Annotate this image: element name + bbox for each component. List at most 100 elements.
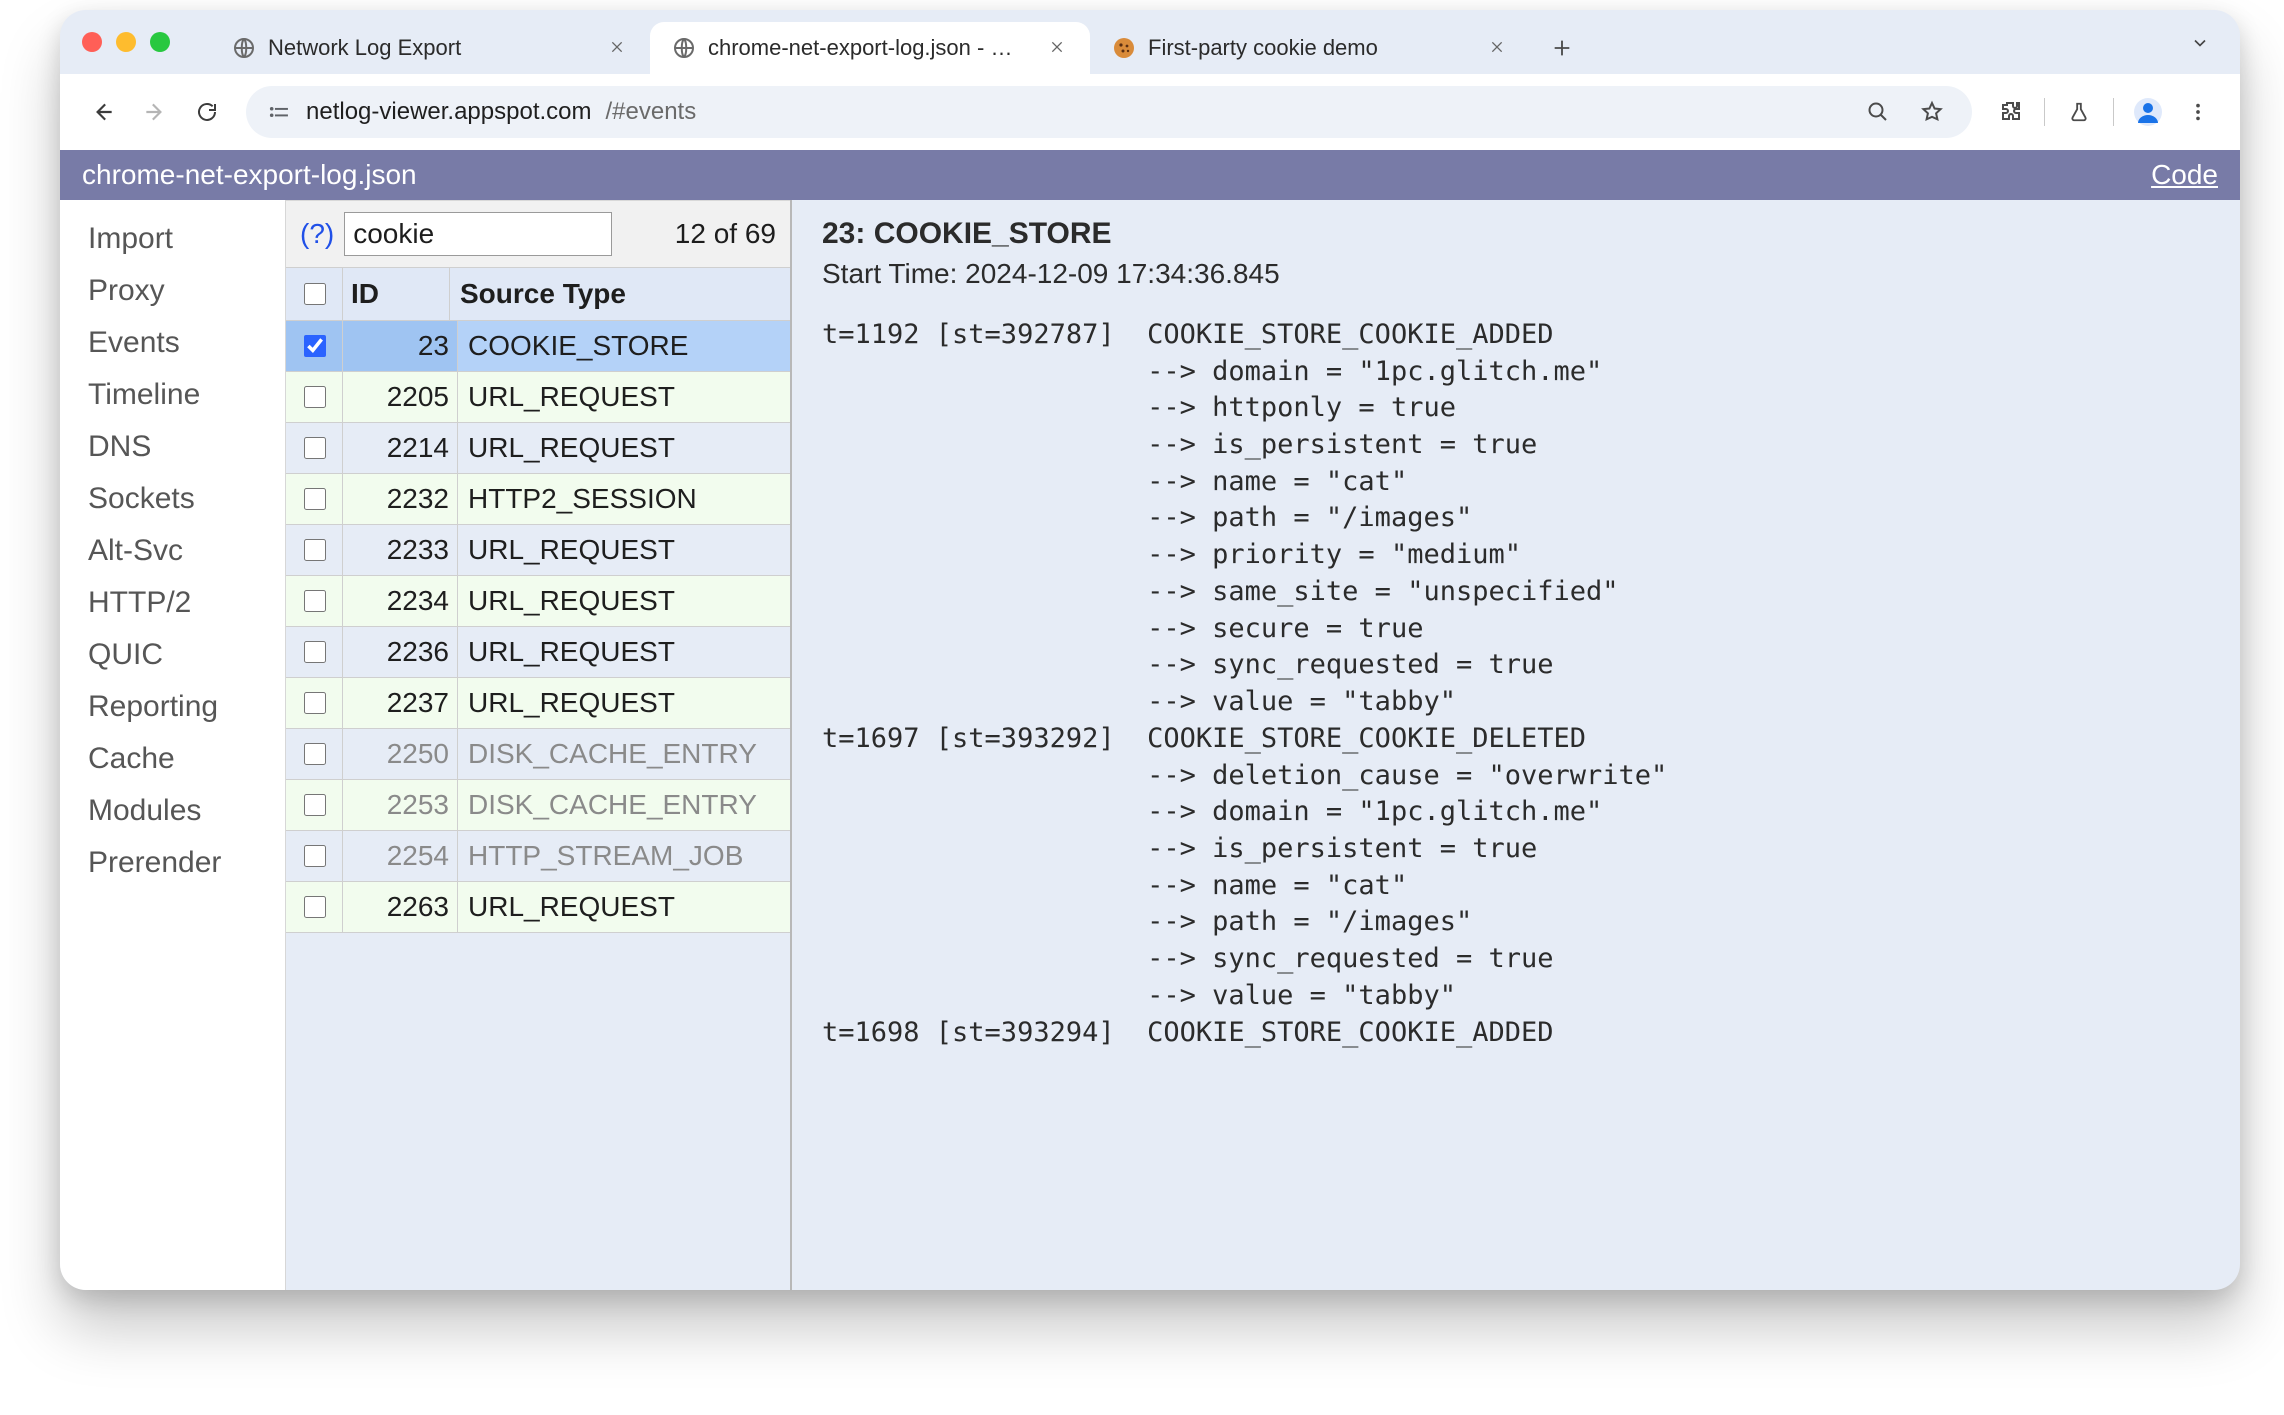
event-id: 2234 (343, 576, 458, 626)
sidebar-item-dns[interactable]: DNS (88, 424, 285, 476)
sidebar-item-cache[interactable]: Cache (88, 736, 285, 788)
event-id: 2237 (343, 678, 458, 728)
forward-button[interactable] (134, 91, 176, 133)
event-type: URL_REQUEST (458, 627, 790, 677)
sidebar-item-import[interactable]: Import (88, 216, 285, 268)
browser-tab[interactable]: Network Log Export (210, 22, 650, 74)
window-controls (82, 32, 170, 52)
sidebar-item-http-2[interactable]: HTTP/2 (88, 580, 285, 632)
reload-button[interactable] (186, 91, 228, 133)
event-row[interactable]: 2214URL_REQUEST (286, 423, 790, 474)
event-row-checkbox[interactable] (304, 641, 326, 663)
browser-window: Network Log Export chrome-net-export-log.… (60, 10, 2240, 1290)
tab-overflow-button[interactable] (2178, 24, 2222, 62)
sidebar-item-proxy[interactable]: Proxy (88, 268, 285, 320)
star-icon (1920, 100, 1944, 124)
sidebar: ImportProxyEventsTimelineDNSSocketsAlt-S… (60, 200, 286, 1290)
browser-toolbar: netlog-viewer.appspot.com /#events (60, 74, 2240, 150)
event-row[interactable]: 2253DISK_CACHE_ENTRY (286, 780, 790, 831)
cookie-icon (1112, 36, 1136, 60)
arrow-right-icon (142, 99, 168, 125)
event-id: 2205 (343, 372, 458, 422)
event-log: t=1192 [st=392787] COOKIE_STORE_COOKIE_A… (822, 317, 2240, 1051)
event-row[interactable]: 2232HTTP2_SESSION (286, 474, 790, 525)
event-row[interactable]: 2205URL_REQUEST (286, 372, 790, 423)
sidebar-item-quic[interactable]: QUIC (88, 632, 285, 684)
sidebar-item-reporting[interactable]: Reporting (88, 684, 285, 736)
event-row-checkbox[interactable] (304, 386, 326, 408)
event-id: 2233 (343, 525, 458, 575)
event-row[interactable]: 2254HTTP_STREAM_JOB (286, 831, 790, 882)
event-type: HTTP2_SESSION (458, 474, 790, 524)
url-host: netlog-viewer.appspot.com (306, 98, 592, 126)
toolbar-divider (2113, 98, 2114, 126)
browser-tab[interactable]: First-party cookie demo (1090, 22, 1530, 74)
tab-label: First-party cookie demo (1148, 35, 1474, 61)
sidebar-item-modules[interactable]: Modules (88, 788, 285, 840)
labs-button[interactable] (2059, 92, 2099, 132)
column-header-type[interactable]: Source Type (450, 268, 790, 320)
event-id: 2250 (343, 729, 458, 779)
event-row-checkbox[interactable] (304, 437, 326, 459)
event-row[interactable]: 2263URL_REQUEST (286, 882, 790, 933)
column-header-id[interactable]: ID (343, 268, 450, 320)
events-panel: (?) 12 of 69 ID Source Type 23COOKIE_STO… (286, 200, 792, 1290)
event-row-checkbox[interactable] (304, 335, 326, 357)
event-row-checkbox[interactable] (304, 488, 326, 510)
filter-bar: (?) 12 of 69 (286, 200, 790, 268)
url-path: /#events (606, 98, 697, 126)
extensions-button[interactable] (1990, 92, 2030, 132)
address-bar[interactable]: netlog-viewer.appspot.com /#events (246, 86, 1972, 138)
window-zoom-button[interactable] (150, 32, 170, 52)
event-type: DISK_CACHE_ENTRY (458, 780, 790, 830)
event-row[interactable]: 23COOKIE_STORE (286, 321, 790, 372)
zoom-indicator-icon[interactable] (1858, 92, 1898, 132)
events-table-header: ID Source Type (286, 268, 790, 321)
select-all-checkbox[interactable] (304, 283, 326, 305)
event-row-checkbox[interactable] (304, 692, 326, 714)
event-row-checkbox[interactable] (304, 896, 326, 918)
event-row-checkbox[interactable] (304, 743, 326, 765)
chevron-down-icon (2190, 33, 2210, 53)
tab-close-button[interactable] (606, 37, 628, 59)
reload-icon (195, 100, 219, 124)
new-tab-button[interactable] (1540, 26, 1584, 70)
event-type: HTTP_STREAM_JOB (458, 831, 790, 881)
event-row[interactable]: 2237URL_REQUEST (286, 678, 790, 729)
code-link[interactable]: Code (2151, 159, 2218, 191)
event-row[interactable]: 2234URL_REQUEST (286, 576, 790, 627)
bookmark-button[interactable] (1912, 92, 1952, 132)
sidebar-item-prerender[interactable]: Prerender (88, 840, 285, 892)
sidebar-item-timeline[interactable]: Timeline (88, 372, 285, 424)
event-row[interactable]: 2236URL_REQUEST (286, 627, 790, 678)
chrome-menu-button[interactable] (2178, 92, 2218, 132)
event-row-checkbox[interactable] (304, 590, 326, 612)
tab-close-button[interactable] (1046, 37, 1068, 59)
back-button[interactable] (82, 91, 124, 133)
magnify-icon (1866, 100, 1890, 124)
event-row-checkbox[interactable] (304, 845, 326, 867)
sidebar-item-events[interactable]: Events (88, 320, 285, 372)
tab-label: Network Log Export (268, 35, 594, 61)
toolbar-right (1990, 92, 2218, 132)
tab-close-button[interactable] (1486, 37, 1508, 59)
event-row-checkbox[interactable] (304, 794, 326, 816)
filter-input[interactable] (344, 212, 612, 256)
event-row[interactable]: 2233URL_REQUEST (286, 525, 790, 576)
site-settings-icon[interactable] (266, 102, 292, 122)
window-close-button[interactable] (82, 32, 102, 52)
filter-help-link[interactable]: (?) (300, 218, 334, 250)
window-minimize-button[interactable] (116, 32, 136, 52)
event-id: 23 (343, 321, 458, 371)
event-row-checkbox[interactable] (304, 539, 326, 561)
browser-tab[interactable]: chrome-net-export-log.json - … (650, 22, 1090, 74)
profile-button[interactable] (2128, 92, 2168, 132)
event-row[interactable]: 2250DISK_CACHE_ENTRY (286, 729, 790, 780)
sidebar-item-sockets[interactable]: Sockets (88, 476, 285, 528)
sidebar-item-alt-svc[interactable]: Alt-Svc (88, 528, 285, 580)
netlog-viewer-app: chrome-net-export-log.json Code ImportPr… (60, 150, 2240, 1290)
puzzle-icon (1998, 100, 2022, 124)
event-type: URL_REQUEST (458, 525, 790, 575)
event-id: 2263 (343, 882, 458, 932)
event-type: URL_REQUEST (458, 882, 790, 932)
